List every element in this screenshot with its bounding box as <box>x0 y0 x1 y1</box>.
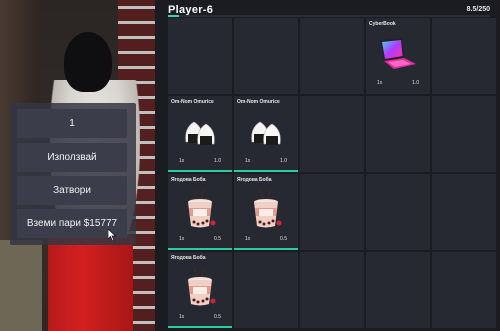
inventory-slot-empty[interactable] <box>432 96 496 172</box>
weight-bar-fill <box>168 15 179 17</box>
boba-tea-icon <box>180 267 220 308</box>
slot-quantity: 1x <box>179 236 185 242</box>
inventory-slot-empty[interactable] <box>432 18 496 94</box>
slot-weight: 1.0 <box>412 80 419 86</box>
laptop-icon <box>378 34 418 74</box>
close-button[interactable]: Затвори <box>17 176 127 205</box>
inventory-slot-laptop[interactable]: CyberBook 1x 1.0 <box>366 18 430 94</box>
slot-durability-bar <box>234 248 298 250</box>
slot-quantity: 1x <box>179 314 185 320</box>
inventory-slot-empty[interactable] <box>432 252 496 328</box>
inventory-slot-onigiri[interactable]: Om-Nom Omurice 1x 1.0 <box>168 96 232 172</box>
slot-item-name: Om-Nom Omurice <box>237 99 280 105</box>
onigiri-icon <box>246 112 286 152</box>
slot-weight: 1.0 <box>214 158 221 164</box>
inventory-slot-onigiri[interactable]: Om-Nom Omurice 1x 1.0 <box>234 96 298 172</box>
slot-weight: 0.5 <box>214 236 221 242</box>
weight-bar <box>168 15 490 17</box>
amount-input[interactable]: 1 <box>17 109 127 138</box>
slot-weight: 0.5 <box>280 236 287 242</box>
inventory-slot-empty[interactable] <box>234 18 298 94</box>
player-head-cap <box>64 32 112 92</box>
inventory-slot-empty[interactable] <box>432 174 496 250</box>
slot-durability-bar <box>168 170 232 172</box>
slot-item-name: Om-Nom Omurice <box>171 99 214 105</box>
inventory-slot-empty[interactable] <box>366 174 430 250</box>
inventory-slot-boba-tea[interactable]: Ягодова Боба 1x 0.5 <box>168 174 232 250</box>
slot-quantity: 1x <box>377 80 383 86</box>
slot-item-name: CyberBook <box>369 21 396 27</box>
inventory-slot-empty[interactable] <box>366 252 430 328</box>
slot-durability-bar <box>234 170 298 172</box>
slot-weight: 1.0 <box>280 158 287 164</box>
slot-quantity: 1x <box>179 158 185 164</box>
inventory-slot-empty[interactable] <box>234 252 298 328</box>
slot-item-name: Ягодова Боба <box>237 177 272 183</box>
slot-item-name: Ягодова Боба <box>171 177 206 183</box>
inventory-slot-empty[interactable] <box>168 18 232 94</box>
inventory-slot-boba-tea[interactable]: Ягодова Боба 1x 0.5 <box>234 174 298 250</box>
inventory-slot-boba-tea[interactable]: Ягодова Боба 1x 0.5 <box>168 252 232 328</box>
slot-weight: 0.5 <box>214 314 221 320</box>
inventory-grid: CyberBook 1x 1.0 Om-Nom Omurice 1x 1.0 Om-Nom … <box>168 18 498 328</box>
slot-durability-bar <box>168 248 232 250</box>
inventory-slot-empty[interactable] <box>366 96 430 172</box>
slot-quantity: 1x <box>245 158 251 164</box>
inventory-slot-empty[interactable] <box>300 174 364 250</box>
item-context-menu: 1 Използвай Затвори Вземи пари $15777 <box>10 103 136 245</box>
weight-readout: 8.5/250 <box>466 6 490 13</box>
onigiri-icon <box>180 112 220 152</box>
use-button[interactable]: Използвай <box>17 143 127 172</box>
slot-durability-bar <box>168 326 232 328</box>
boba-tea-icon <box>246 189 286 230</box>
slot-item-name: Ягодова Боба <box>171 255 206 261</box>
inventory-panel: Player-6 8.5/250 CyberBook 1x 1.0 Om-Nom Om… <box>155 0 500 331</box>
player-pants <box>48 235 133 331</box>
inventory-slot-empty[interactable] <box>300 18 364 94</box>
inventory-slot-empty[interactable] <box>300 252 364 328</box>
mouse-cursor-icon <box>108 229 117 241</box>
inventory-slot-empty[interactable] <box>300 96 364 172</box>
slot-quantity: 1x <box>245 236 251 242</box>
boba-tea-icon <box>180 189 220 230</box>
npc-leg <box>0 240 42 331</box>
